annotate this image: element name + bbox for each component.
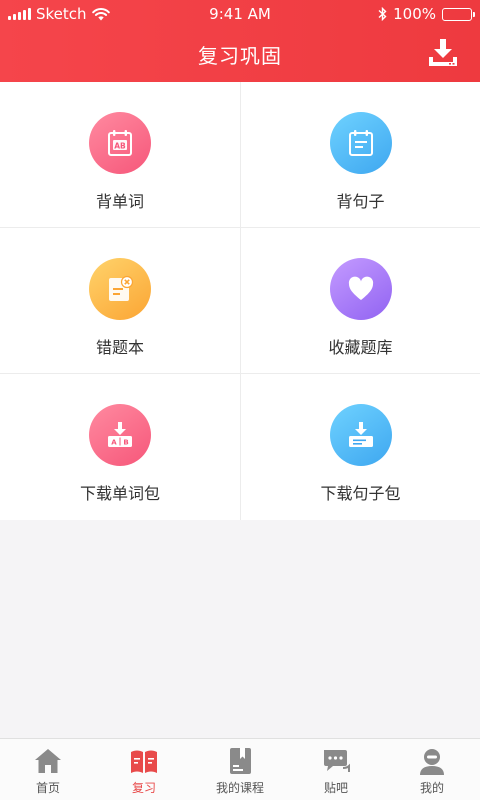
- tab-label: 我的: [419, 781, 444, 795]
- bottom-tab-bar: 首页 复习 我的课程 贴吧 我的: [0, 738, 480, 800]
- menu-label: 背单词: [95, 192, 144, 211]
- page-title: 复习巩固: [198, 44, 282, 68]
- download-words-icon: A B: [89, 404, 151, 466]
- download-icon[interactable]: [426, 36, 460, 70]
- menu-label: 下载句子包: [320, 484, 401, 503]
- battery-percent: 100%: [393, 5, 436, 23]
- sentence-card-icon: [329, 112, 392, 174]
- menu-label: 收藏题库: [328, 338, 393, 357]
- bluetooth-icon: [378, 7, 387, 21]
- menu-favorite-questions[interactable]: 收藏题库: [241, 228, 480, 374]
- heart-icon: [329, 258, 392, 320]
- profile-icon: [420, 749, 444, 775]
- course-icon: [230, 748, 251, 774]
- status-bar: Sketch 9:41 AM 100%: [0, 0, 480, 28]
- header: Sketch 9:41 AM 100% 复习巩固: [0, 0, 480, 82]
- tab-home[interactable]: 首页: [0, 739, 96, 800]
- mistake-notebook-icon: [89, 258, 151, 320]
- svg-text:AB: AB: [114, 142, 126, 151]
- tab-review[interactable]: 复习: [96, 739, 192, 800]
- menu-download-sentences[interactable]: 下载句子包: [241, 374, 480, 520]
- menu-label: 错题本: [95, 338, 144, 357]
- home-icon: [35, 749, 61, 773]
- tab-forum[interactable]: 贴吧: [288, 739, 384, 800]
- battery-icon: [442, 7, 475, 21]
- tab-profile[interactable]: 我的: [384, 739, 480, 800]
- review-book-icon: [131, 750, 157, 773]
- svg-text:A: A: [111, 439, 117, 447]
- tab-label: 首页: [35, 781, 60, 795]
- review-menu-grid: AB 背单词 背句子 错题本 收藏题库 A B 下载单词包 下载句子包: [0, 82, 480, 520]
- tab-label: 复习: [131, 781, 156, 795]
- menu-mistake-notebook[interactable]: 错题本: [0, 228, 241, 374]
- tab-my-courses[interactable]: 我的课程: [192, 739, 288, 800]
- word-card-icon: AB: [89, 112, 151, 174]
- menu-label: 下载单词包: [79, 484, 160, 503]
- menu-memorize-words[interactable]: AB 背单词: [0, 82, 241, 228]
- download-sentences-icon: [329, 404, 392, 466]
- menu-label: 背句子: [336, 192, 385, 211]
- svg-text:B: B: [123, 439, 128, 447]
- menu-memorize-sentences[interactable]: 背句子: [241, 82, 480, 228]
- tab-label: 贴吧: [323, 781, 348, 795]
- menu-download-words[interactable]: A B 下载单词包: [0, 374, 241, 520]
- tab-label: 我的课程: [215, 781, 264, 795]
- chat-icon: [324, 750, 350, 772]
